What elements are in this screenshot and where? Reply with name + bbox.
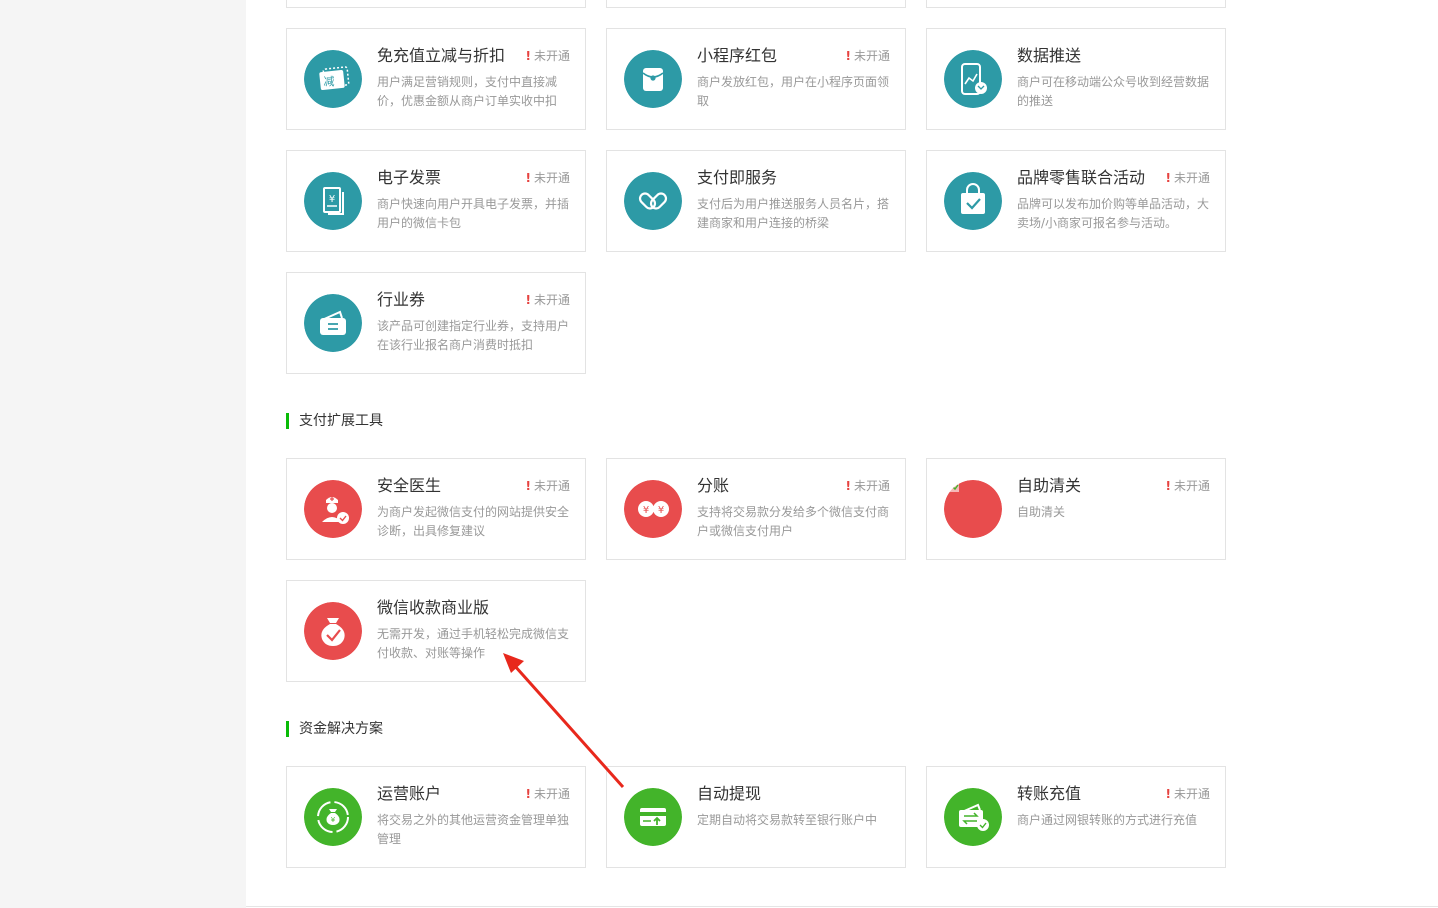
product-card-e-invoice[interactable]: ¥ 电子发票 ! 未开通 商户快速向用户开具电子发票，并插用户的微信卡包: [286, 150, 586, 252]
status-badge: ! 未开通: [845, 479, 891, 493]
product-card-security-doctor[interactable]: 安全医生 ! 未开通 为商户发起微信支付的网站提供安全诊断，出具修复建议: [286, 458, 586, 560]
product-card-industry-coupon[interactable]: 行业券 ! 未开通 该产品可创建指定行业券，支持用户在该行业报名商户消费时抵扣: [286, 272, 586, 374]
status-badge: ! 未开通: [525, 479, 571, 493]
card-description: 商户快速向用户开具电子发票，并插用户的微信卡包: [377, 197, 570, 230]
mobile-chart-mail-icon: [944, 50, 1002, 108]
status-badge: ! 未开通: [525, 293, 571, 307]
card-title: 微信收款商业版: [377, 598, 490, 617]
status-badge: ! 未开通: [525, 49, 571, 63]
left-sidebar-background: [0, 0, 246, 908]
money-bag-check-icon: [304, 602, 362, 660]
card-title: 支付即服务: [697, 168, 778, 187]
card-description: 支付后为用户推送服务人员名片，搭建商家和用户连接的桥梁: [697, 197, 890, 230]
bank-card-upload-icon: [624, 788, 682, 846]
product-card-mini-program-red-packet[interactable]: 小程序红包 ! 未开通 商户发放红包，用户在小程序页面领取: [606, 28, 906, 130]
warning-mark-icon: !: [1165, 479, 1171, 493]
card-description: 自助清关: [1017, 505, 1066, 519]
discount-ticket-icon: 减: [304, 50, 362, 108]
card-description: 用户满足营销规则，支付中直接减价，优惠金额从商户订单实收中扣: [377, 75, 558, 108]
status-badge: ! 未开通: [525, 171, 571, 185]
coin-glyph: ¥: [658, 505, 664, 516]
split-coins-icon: ¥ ¥: [624, 480, 682, 538]
cutoff-card-stub[interactable]: [926, 0, 1226, 8]
warning-mark-icon: !: [1165, 787, 1171, 801]
card-title: 分账: [697, 476, 730, 495]
card-description: 定期自动将交易款转至银行账户中: [697, 813, 878, 827]
status-badge: ! 未开通: [1165, 171, 1211, 185]
card-title: 数据推送: [1017, 46, 1082, 65]
card-description: 为商户发起微信支付的网站提供安全诊断，出具修复建议: [377, 505, 570, 538]
card-description: 无需开发，通过手机轻松完成微信支付收款、对账等操作: [377, 627, 570, 660]
warning-mark-icon: !: [1165, 171, 1171, 185]
bottom-divider: [246, 906, 1438, 907]
product-card-brand-retail-campaign[interactable]: 品牌零售联合活动 ! 未开通 品牌可以发布加价购等单品活动，大卖场/小商家可报名参…: [926, 150, 1226, 252]
status-badge: ! 未开通: [1165, 787, 1211, 801]
wallet-coupon-icon: [304, 294, 362, 352]
invoice-receipt-icon: ¥: [304, 172, 362, 230]
money-bag-glyph: ¥: [331, 816, 336, 824]
coin-glyph: ¥: [643, 505, 649, 516]
product-card-transfer-topup[interactable]: 转账充值 ! 未开通 商户通过网银转账的方式进行充值: [926, 766, 1226, 868]
card-title: 小程序红包: [697, 46, 778, 65]
card-title: 自助清关: [1017, 476, 1082, 495]
shopping-bag-check-icon: [944, 172, 1002, 230]
discount-icon-glyph: 减: [324, 75, 335, 88]
link-connection-icon: [624, 172, 682, 230]
customs-clearance-icon: [944, 480, 1002, 538]
red-packet-envelope-icon: [624, 50, 682, 108]
product-card-data-push[interactable]: 数据推送 商户可在移动端公众号收到经营数据的推送: [926, 28, 1226, 130]
wallet-transfer-check-icon: [944, 788, 1002, 846]
warning-mark-icon: !: [525, 49, 531, 63]
card-description: 支持将交易款分发给多个微信支付商户或微信支付用户: [697, 505, 890, 538]
card-title: 自动提现: [697, 784, 762, 803]
product-card-pay-as-service[interactable]: 支付即服务 支付后为用户推送服务人员名片，搭建商家和用户连接的桥梁: [606, 150, 906, 252]
money-cycle-icon: ¥: [304, 788, 362, 846]
product-card-self-customs[interactable]: 自助清关 ! 未开通 自助清关: [926, 458, 1226, 560]
warning-mark-icon: !: [845, 479, 851, 493]
warning-mark-icon: !: [845, 49, 851, 63]
warning-mark-icon: !: [525, 171, 531, 185]
doctor-shield-icon: [304, 480, 362, 538]
card-description: 品牌可以发布加价购等单品活动，大卖场/小商家可报名参与活动。: [1017, 197, 1210, 230]
card-title: 安全医生: [377, 476, 442, 495]
card-description: 将交易之外的其他运营资金管理单独管理: [377, 813, 570, 846]
card-title: 免充值立减与折扣: [377, 46, 506, 65]
card-title: 电子发票: [377, 168, 442, 187]
cutoff-card-stub[interactable]: [606, 0, 906, 8]
product-card-instant-discount[interactable]: 减 免充值立减与折扣 ! 未开通 用户满足营销规则，支付中直接减价，优惠金额从商户…: [286, 28, 586, 130]
card-description: 该产品可创建指定行业券，支持用户在该行业报名商户消费时抵扣: [377, 319, 570, 352]
warning-mark-icon: !: [525, 293, 531, 307]
card-description: 商户可在移动端公众号收到经营数据的推送: [1017, 75, 1210, 108]
card-title: 行业券: [377, 290, 426, 309]
status-badge: ! 未开通: [845, 49, 891, 63]
card-description: 商户通过网银转账的方式进行充值: [1017, 813, 1198, 827]
product-card-operating-account[interactable]: ¥ 运营账户 ! 未开通 将交易之外的其他运营资金管理单独管理: [286, 766, 586, 868]
product-card-wechat-collection-business[interactable]: 微信收款商业版 无需开发，通过手机轻松完成微信支付收款、对账等操作: [286, 580, 586, 682]
cutoff-card-stub[interactable]: [286, 0, 586, 8]
status-badge: ! 未开通: [1165, 479, 1211, 493]
product-card-auto-withdraw[interactable]: 自动提现 定期自动将交易款转至银行账户中: [606, 766, 906, 868]
section-heading-fund-solutions: 资金解决方案: [286, 721, 383, 737]
status-badge: ! 未开通: [525, 787, 571, 801]
card-description: 商户发放红包，用户在小程序页面领取: [697, 75, 890, 108]
card-title: 运营账户: [377, 784, 442, 803]
product-card-profit-sharing[interactable]: ¥ ¥ 分账 ! 未开通 支持将交易款分发给多个微信支付商户或微信支付用户: [606, 458, 906, 560]
card-title: 转账充值: [1017, 784, 1082, 803]
warning-mark-icon: !: [525, 479, 531, 493]
card-title: 品牌零售联合活动: [1017, 168, 1146, 187]
warning-mark-icon: !: [525, 787, 531, 801]
section-heading-payment-ext-tools: 支付扩展工具: [286, 413, 383, 429]
invoice-icon-glyph: ¥: [329, 194, 335, 205]
